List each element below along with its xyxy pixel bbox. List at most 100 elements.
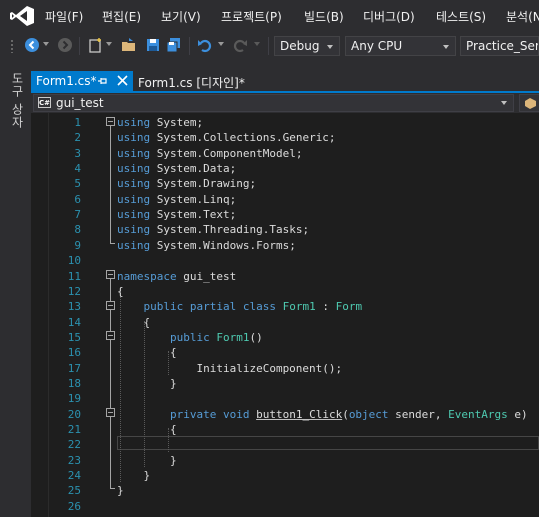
code-line[interactable]: using System.Drawing; <box>117 177 256 190</box>
menu-analyze[interactable]: 분석(N <box>506 8 539 25</box>
menu-build[interactable]: 빌드(B) <box>304 8 344 25</box>
line-number: 14 <box>67 316 81 329</box>
menu-view[interactable]: 보기(V) <box>161 8 201 25</box>
collapse-using-icon[interactable] <box>106 117 115 126</box>
undo-dropdown-icon[interactable] <box>218 42 224 46</box>
code-line[interactable]: using System.Text; <box>117 208 236 221</box>
code-line[interactable]: using System.ComponentModel; <box>117 147 302 160</box>
code-token: } <box>117 454 177 467</box>
line-number: 8 <box>74 223 81 236</box>
type-scope-dropdown[interactable] <box>519 94 539 112</box>
chevron-down-icon <box>327 45 333 49</box>
code-line[interactable]: } <box>117 377 177 390</box>
undo-icon[interactable] <box>197 37 213 53</box>
tab-form1-cs[interactable]: Form1.cs* <box>31 71 133 91</box>
line-number: 20 <box>67 408 81 421</box>
line-number: 12 <box>67 285 81 298</box>
toolbar-grip[interactable] <box>10 39 14 53</box>
outline-line <box>110 488 115 489</box>
code-token: () <box>249 331 263 344</box>
line-number: 17 <box>67 362 81 375</box>
save-all-icon[interactable] <box>166 37 182 53</box>
close-icon[interactable] <box>117 75 128 86</box>
code-line[interactable]: public Form1() <box>117 331 263 344</box>
code-token: using <box>117 193 151 206</box>
code-token: using <box>117 147 151 160</box>
code-line[interactable]: using System; <box>117 116 203 129</box>
code-token: System.Windows.Forms; <box>150 239 296 252</box>
code-line[interactable]: { <box>117 346 177 359</box>
solution-platform-dropdown[interactable]: Any CPU <box>345 36 456 56</box>
code-line[interactable]: using System.Windows.Forms; <box>117 239 296 252</box>
new-project-dropdown-icon[interactable] <box>106 42 112 46</box>
navigation-bar: C# gui_test <box>31 93 539 113</box>
menu-file[interactable]: 파일(F) <box>45 8 83 25</box>
menu-debug[interactable]: 디버그(D) <box>363 8 415 25</box>
line-number: 15 <box>67 331 81 344</box>
solution-configuration-dropdown[interactable]: Debug <box>274 36 340 56</box>
toolbox-tab[interactable]: 도구 상자 <box>9 72 26 129</box>
menu-test[interactable]: 테스트(S) <box>436 8 486 25</box>
code-token: object <box>348 408 389 421</box>
line-number: 25 <box>67 484 81 497</box>
collapse-class-icon[interactable] <box>106 301 115 310</box>
solution-configuration-value: Debug <box>280 39 320 53</box>
collapse-method-icon[interactable] <box>106 408 115 417</box>
code-line[interactable]: namespace gui_test <box>117 270 236 283</box>
menu-project[interactable]: 프로젝트(P) <box>221 8 282 25</box>
class-icon <box>525 98 536 109</box>
code-token: using <box>117 208 151 221</box>
navigate-forward-icon[interactable] <box>57 37 73 53</box>
code-line[interactable]: { <box>117 285 124 298</box>
navigate-back-dropdown-icon[interactable] <box>43 42 49 46</box>
menu-bar: 파일(F) 편집(E) 보기(V) 프로젝트(P) 빌드(B) 디버그(D) 테… <box>0 0 539 32</box>
line-number: 1 <box>74 116 81 129</box>
outline-line <box>110 340 111 381</box>
pin-icon[interactable] <box>97 75 109 87</box>
code-line[interactable]: using System.Data; <box>117 162 236 175</box>
outline-line <box>110 126 111 244</box>
code-line[interactable]: public partial class Form1 : Form <box>117 300 363 313</box>
code-line[interactable]: using System.Collections.Generic; <box>117 131 336 144</box>
navigate-back-icon[interactable] <box>24 37 40 53</box>
code-token: { <box>117 285 124 298</box>
code-token: public partial class <box>143 300 276 313</box>
code-line[interactable]: } <box>117 454 177 467</box>
redo-icon[interactable] <box>232 37 248 53</box>
code-token: } <box>117 377 177 390</box>
collapse-constructor-icon[interactable] <box>106 331 115 340</box>
code-line[interactable]: private void button1_Click(object sender… <box>117 408 528 421</box>
line-number: 5 <box>74 177 81 190</box>
code-line[interactable]: } <box>117 469 150 482</box>
code-line[interactable]: } <box>117 484 124 497</box>
solution-platform-value: Any CPU <box>351 39 403 53</box>
code-token: public <box>169 331 210 344</box>
code-token: Form1 <box>216 331 250 344</box>
side-tool-strip: 도구 상자 <box>0 60 30 517</box>
open-file-icon[interactable] <box>121 37 137 53</box>
code-token: button1_Click <box>256 408 343 421</box>
project-scope-dropdown[interactable]: C# gui_test <box>33 94 514 112</box>
code-line[interactable]: { <box>117 423 177 436</box>
code-token: System.Collections.Generic; <box>150 131 336 144</box>
new-project-icon[interactable] <box>88 37 104 53</box>
redo-dropdown-icon[interactable] <box>254 42 260 46</box>
code-token: using <box>117 223 151 236</box>
code-line[interactable]: using System.Threading.Tasks; <box>117 223 309 236</box>
menu-edit[interactable]: 편집(E) <box>102 8 141 25</box>
save-icon[interactable] <box>145 37 161 53</box>
startup-project-dropdown[interactable]: Practice_Serial <box>460 36 539 56</box>
visual-studio-logo-icon[interactable] <box>9 5 35 27</box>
code-editor[interactable]: 1 2 3 4 5 6 7 8 9 10 11 12 13 14 15 16 17 18 19 20 21 22 23 24 2… <box>31 113 539 517</box>
code-token: gui_test <box>176 270 237 283</box>
code-line[interactable]: using System.Linq; <box>117 193 236 206</box>
line-number: 3 <box>74 147 81 160</box>
code-line[interactable]: InitializeComponent(); <box>117 362 342 375</box>
code-line[interactable]: { <box>117 316 150 329</box>
toolbar-separator <box>189 37 190 55</box>
collapse-namespace-icon[interactable] <box>106 270 115 279</box>
outline-line <box>110 417 111 458</box>
code-token: sender, <box>388 408 449 421</box>
